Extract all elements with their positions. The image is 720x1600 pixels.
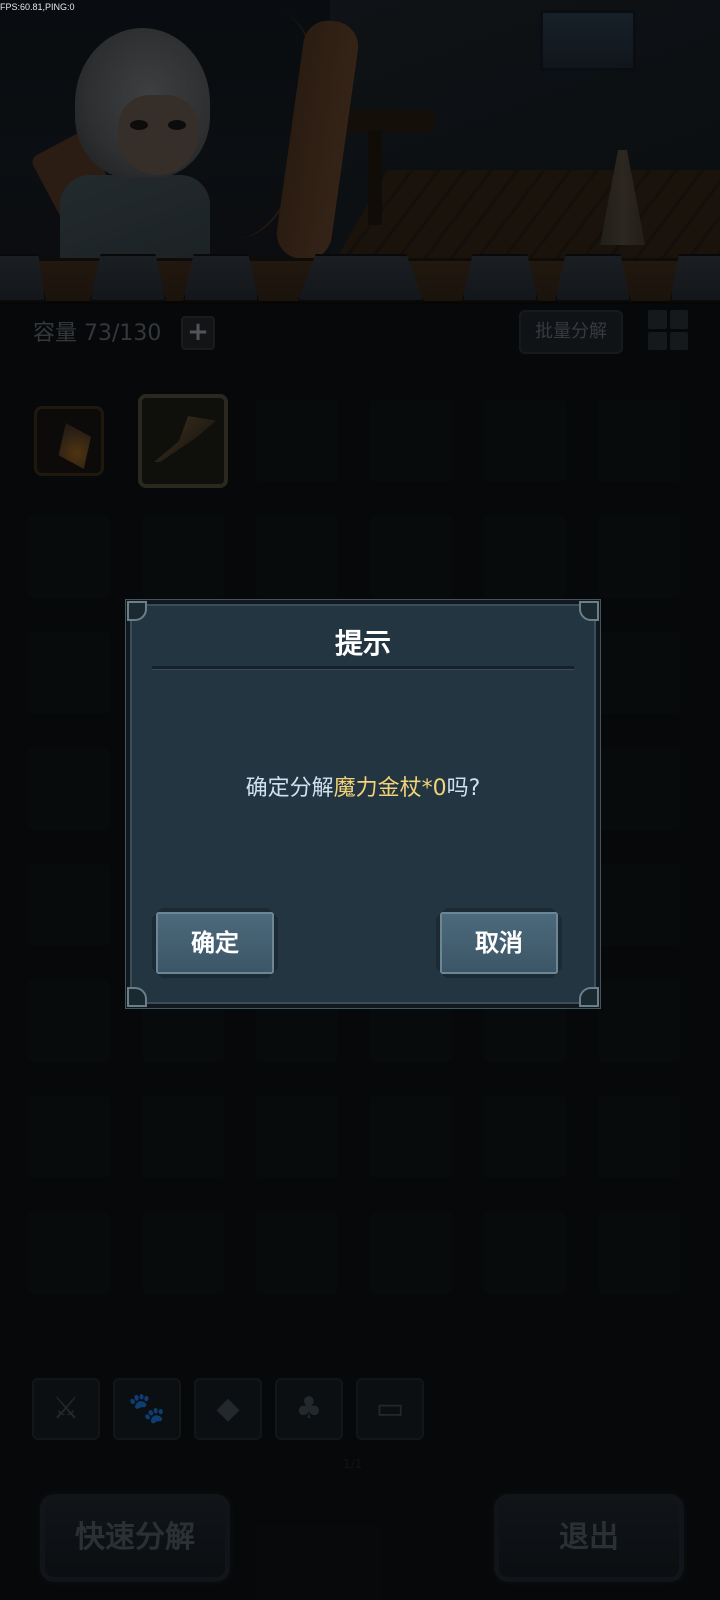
message-item-name: 魔力金杖*0 [333,776,447,801]
confirm-dialog: 提示 确定分解魔力金杖*0吗? 确定 取消 [126,600,600,1008]
message-prefix: 确定分解 [245,776,334,801]
dialog-message: 确定分解魔力金杖*0吗? [130,770,596,802]
confirm-button[interactable]: 确定 [152,908,278,978]
cancel-button[interactable]: 取消 [436,908,562,978]
corner-ornament [127,601,147,621]
fps-counter: FPS:60.81,PING:0 [0,2,75,12]
corner-ornament [127,987,147,1007]
message-suffix: 吗? [446,776,481,801]
game-screen: FPS:60.81,PING:0 容量 73/130 + 批量分解 ⚔ 🐾 ◆ … [0,0,720,1600]
dialog-divider [152,666,574,670]
corner-ornament [579,601,599,621]
corner-ornament [579,987,599,1007]
dialog-title: 提示 [334,627,391,660]
